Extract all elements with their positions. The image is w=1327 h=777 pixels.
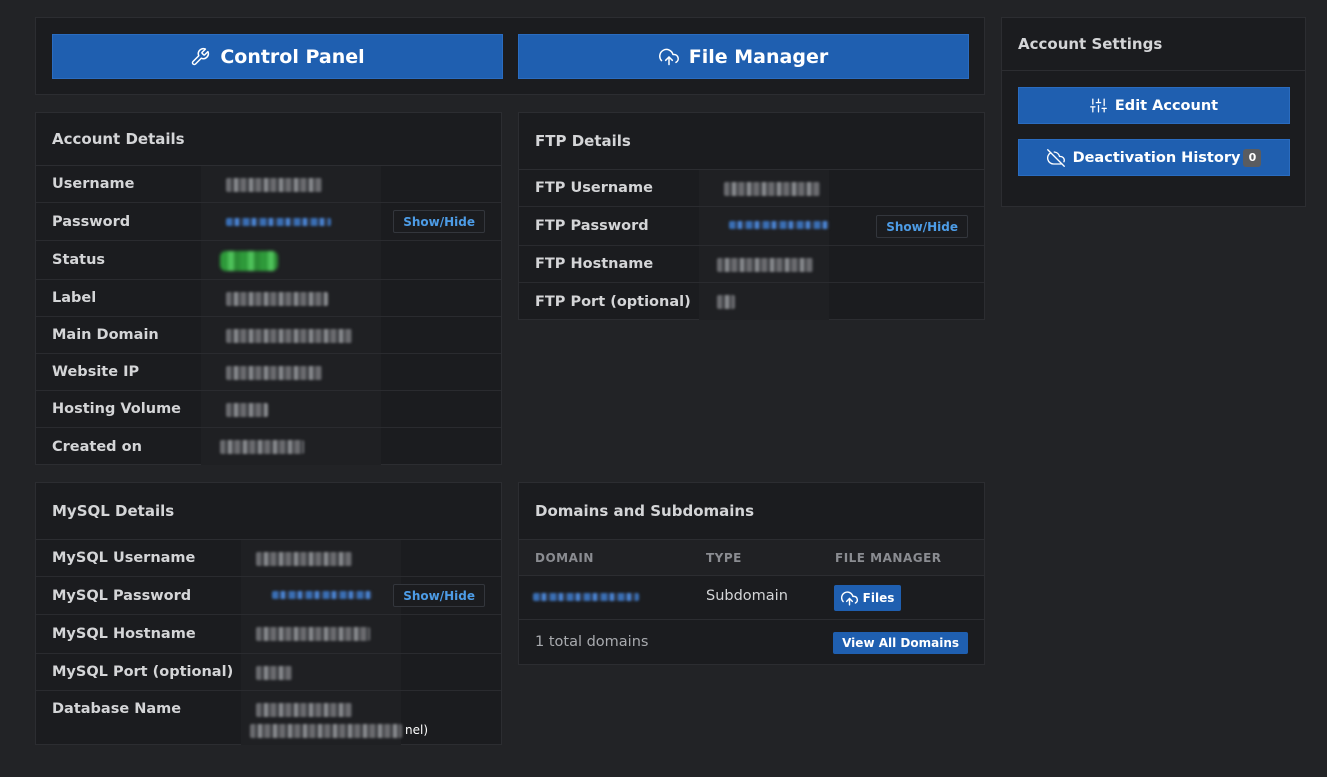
database-name-suffix: nel)	[405, 723, 429, 737]
redacted-value	[717, 258, 813, 272]
control-panel-button[interactable]: Control Panel	[52, 34, 503, 79]
redacted-value	[250, 724, 402, 738]
detail-label: Main Domain	[52, 327, 159, 343]
detail-row-hosting-volume: Hosting Volume	[36, 391, 501, 428]
cloud-off-icon	[1046, 148, 1065, 167]
deactivation-history-button[interactable]: Deactivation History 0	[1018, 139, 1290, 176]
detail-label: Hosting Volume	[52, 401, 182, 417]
detail-label: Website IP	[52, 364, 140, 380]
account-details-title: Account Details	[36, 113, 501, 166]
deactivation-history-label: Deactivation History	[1072, 149, 1241, 166]
redacted-value	[226, 292, 328, 306]
detail-row-created-on: Created on	[36, 428, 501, 465]
detail-row-status: Status	[36, 241, 501, 280]
detail-row-label: Label	[36, 280, 501, 317]
detail-label: Username	[52, 176, 135, 192]
status-badge	[220, 251, 278, 271]
redacted-value	[226, 178, 322, 192]
edit-account-button[interactable]: Edit Account	[1018, 87, 1290, 124]
cloud-upload-icon	[840, 590, 858, 606]
show-hide-button[interactable]: Show/Hide	[393, 210, 485, 233]
mysql-row-port: MySQL Port (optional)	[36, 654, 501, 691]
detail-label: Password	[52, 213, 131, 230]
domains-table-header: DOMAIN TYPE FILE MANAGER	[519, 540, 984, 576]
detail-label: MySQL Hostname	[52, 626, 196, 642]
show-hide-button[interactable]: Show/Hide	[393, 584, 485, 607]
detail-label: Status	[52, 252, 106, 268]
detail-row-username: Username	[36, 166, 501, 203]
column-header-domain: DOMAIN	[535, 551, 594, 565]
detail-label: MySQL Port (optional)	[52, 664, 234, 680]
ftp-row-port: FTP Port (optional)	[519, 283, 984, 320]
redacted-value	[220, 440, 304, 454]
column-header-file-manager: FILE MANAGER	[835, 551, 942, 565]
detail-label: MySQL Username	[52, 550, 196, 566]
redacted-value	[256, 627, 370, 641]
mysql-row-password: MySQL Password Show/Hide	[36, 577, 501, 615]
redacted-value	[729, 221, 829, 229]
domain-link[interactable]	[533, 593, 639, 601]
account-details-rows: Username Password Show/Hide Status Label…	[36, 166, 501, 465]
redacted-value	[256, 666, 292, 680]
ftp-row-password: FTP Password Show/Hide	[519, 207, 984, 246]
redacted-value	[256, 703, 352, 717]
detail-label: Database Name	[52, 701, 182, 717]
detail-label: Created on	[52, 438, 142, 455]
top-actions-card: Control Panel File Manager	[35, 17, 985, 95]
detail-label: FTP Password	[535, 218, 649, 234]
account-settings-card: Account Settings Edit Account Deactivati…	[1001, 17, 1306, 207]
view-all-domains-button[interactable]: View All Domains	[833, 632, 968, 654]
mysql-row-hostname: MySQL Hostname	[36, 615, 501, 654]
edit-account-label: Edit Account	[1114, 97, 1219, 114]
redacted-value	[226, 403, 268, 417]
ftp-details-title: FTP Details	[519, 113, 984, 170]
account-details-card: Account Details Username Password Show/H…	[35, 112, 502, 465]
redacted-value	[717, 295, 735, 309]
domains-footer: 1 total domains View All Domains	[519, 620, 984, 664]
control-panel-label: Control Panel	[220, 45, 365, 68]
ftp-row-hostname: FTP Hostname	[519, 246, 984, 283]
ftp-details-card: FTP Details FTP Username FTP Password Sh…	[518, 112, 985, 320]
files-label: Files	[862, 591, 895, 605]
table-row: Subdomain Files	[519, 576, 984, 620]
account-settings-title: Account Settings	[1002, 18, 1305, 71]
detail-label: Label	[52, 290, 97, 306]
mysql-details-title: MySQL Details	[36, 483, 501, 540]
detail-label: FTP Username	[535, 180, 653, 196]
files-button[interactable]: Files	[834, 585, 901, 611]
sliders-icon	[1089, 98, 1107, 113]
redacted-value	[256, 552, 352, 566]
file-manager-label: File Manager	[688, 45, 829, 68]
redacted-value	[226, 329, 352, 343]
domains-title: Domains and Subdomains	[519, 483, 984, 540]
file-manager-button[interactable]: File Manager	[518, 34, 969, 79]
total-domains: 1 total domains	[535, 634, 649, 650]
column-header-type: TYPE	[706, 551, 742, 565]
detail-row-main-domain: Main Domain	[36, 317, 501, 354]
detail-row-password: Password Show/Hide	[36, 203, 501, 241]
redacted-value	[226, 218, 331, 226]
domain-type: Subdomain	[706, 588, 788, 604]
deactivation-count-badge: 0	[1243, 148, 1262, 167]
detail-label: FTP Port (optional)	[535, 293, 691, 310]
mysql-row-username: MySQL Username	[36, 540, 501, 577]
detail-row-website-ip: Website IP	[36, 354, 501, 391]
mysql-details-card: MySQL Details MySQL Username MySQL Passw…	[35, 482, 502, 745]
domains-card: Domains and Subdomains DOMAIN TYPE FILE …	[518, 482, 985, 665]
wrench-icon	[192, 47, 210, 65]
redacted-value	[226, 366, 322, 380]
mysql-row-database-name: Database Name nel)	[36, 691, 501, 745]
show-hide-button[interactable]: Show/Hide	[876, 215, 968, 238]
redacted-value	[272, 591, 372, 599]
detail-label: MySQL Password	[52, 587, 192, 604]
detail-label: FTP Hostname	[535, 256, 654, 272]
cloud-upload-icon	[658, 48, 679, 65]
ftp-row-username: FTP Username	[519, 170, 984, 207]
redacted-value	[724, 182, 820, 196]
